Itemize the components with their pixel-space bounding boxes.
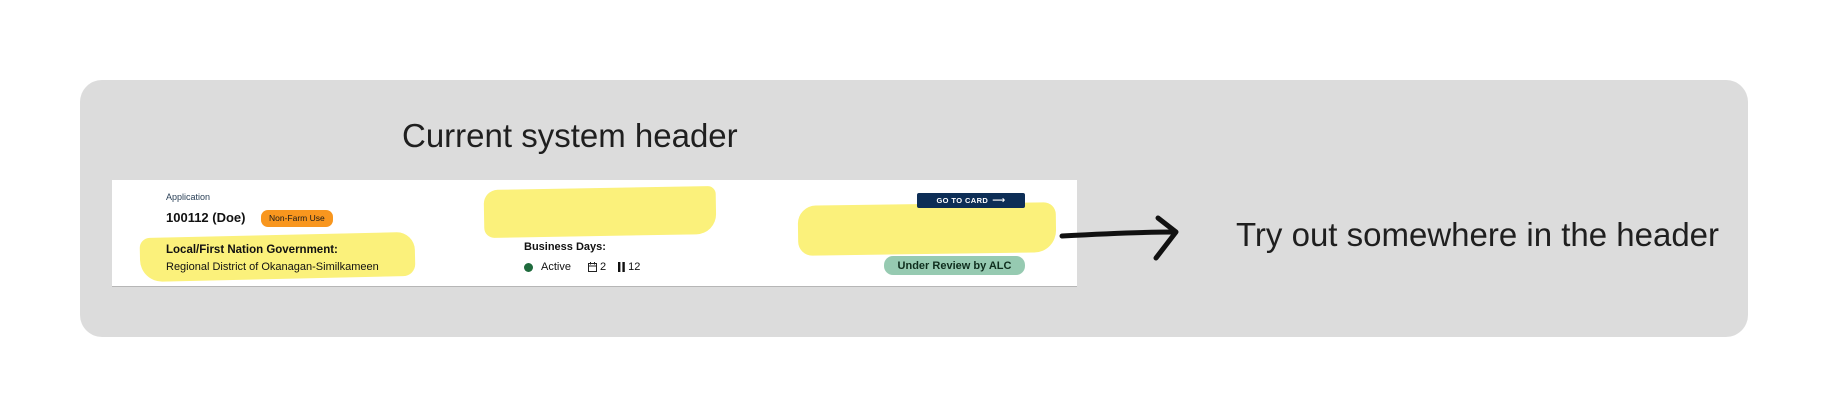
arrow-right-icon: ⟶ [992,195,1006,205]
go-to-card-label: GO TO CARD [936,196,989,205]
status-badge: Under Review by ALC [884,256,1025,275]
pause-icon [618,262,625,272]
government-label: Local/First Nation Government: [166,244,338,256]
annotation-arrow [1059,215,1179,261]
highlight-mark [139,231,416,283]
calendar-days-count: 2 [599,261,607,273]
annotation-note: Try out somewhere in the header [1236,216,1720,253]
business-days-row: Active 2 12 [524,260,640,274]
application-id: 100112 (Doe) [166,210,246,225]
application-header: Application 100112 (Doe) Non-Farm Use Lo… [112,180,1077,287]
highlight-mark [483,185,717,239]
government-value: Regional District of Okanagan-Similkamee… [166,261,379,273]
calendar-icon [587,262,597,272]
business-days-status: Active [541,261,571,273]
application-label: Application [166,192,211,202]
highlight-mark [797,202,1057,256]
business-days-label: Business Days: [524,241,606,253]
go-to-card-button[interactable]: GO TO CARD ⟶ [917,193,1025,208]
application-type-badge: Non-Farm Use [261,210,333,227]
status-dot-icon [524,262,533,272]
board-title: Current system header [402,117,738,154]
paused-days-count: 12 [628,261,641,273]
